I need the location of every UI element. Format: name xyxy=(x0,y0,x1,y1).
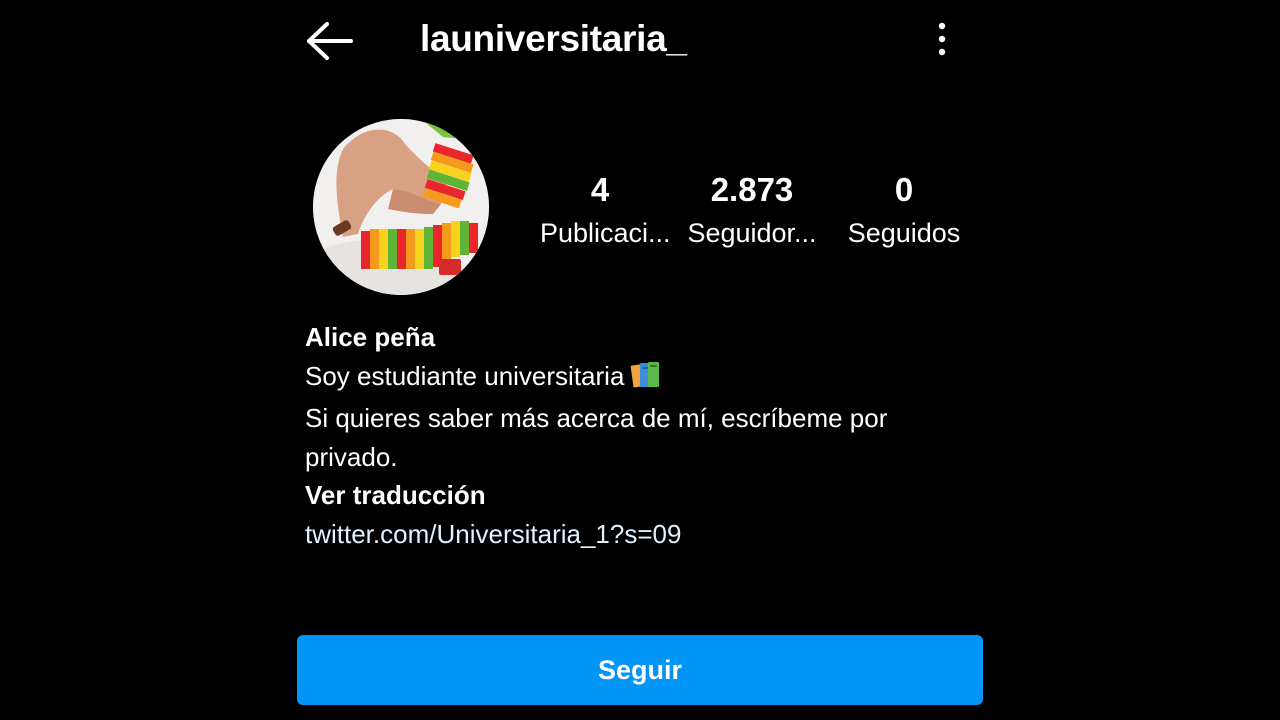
more-options-button[interactable] xyxy=(922,16,962,62)
more-vertical-icon xyxy=(938,22,946,56)
see-translation-link[interactable]: Ver traducción xyxy=(305,476,965,515)
bio-description: Si quieres saber más acerca de mí, escrí… xyxy=(305,403,888,472)
avatar[interactable] xyxy=(313,119,489,295)
bio-line-text: Soy estudiante universitaria xyxy=(305,360,625,391)
profile-username-title: launiversitaria_ xyxy=(420,18,687,59)
stat-followers-value: 2.873 xyxy=(710,171,794,208)
profile-bio: Alice peña Soy estudiante universitaria … xyxy=(305,318,965,553)
stat-following[interactable]: 0 Seguidos xyxy=(840,168,968,254)
follow-button[interactable]: Seguir xyxy=(297,635,983,705)
profile-display-name: Alice peña xyxy=(305,322,436,352)
arrow-left-icon xyxy=(307,22,353,60)
top-bar: launiversitaria_ xyxy=(0,0,1280,80)
stat-followers[interactable]: 2.873 Seguidor... xyxy=(684,168,820,254)
books-icon xyxy=(630,359,662,400)
profile-photo xyxy=(313,119,489,295)
stat-following-label: Seguidos xyxy=(847,218,961,248)
stat-following-value: 0 xyxy=(894,171,914,208)
bio-website-link[interactable]: twitter.com/Universitaria_1?s=09 xyxy=(305,515,965,554)
stat-followers-label: Seguidor... xyxy=(687,218,817,248)
stat-posts-value: 4 xyxy=(590,171,610,208)
bio-line: Soy estudiante universitaria xyxy=(305,357,965,400)
back-button[interactable] xyxy=(300,18,360,64)
stat-posts-label: Publicaci... xyxy=(540,218,671,248)
stat-posts[interactable]: 4 Publicaci... xyxy=(540,168,671,254)
